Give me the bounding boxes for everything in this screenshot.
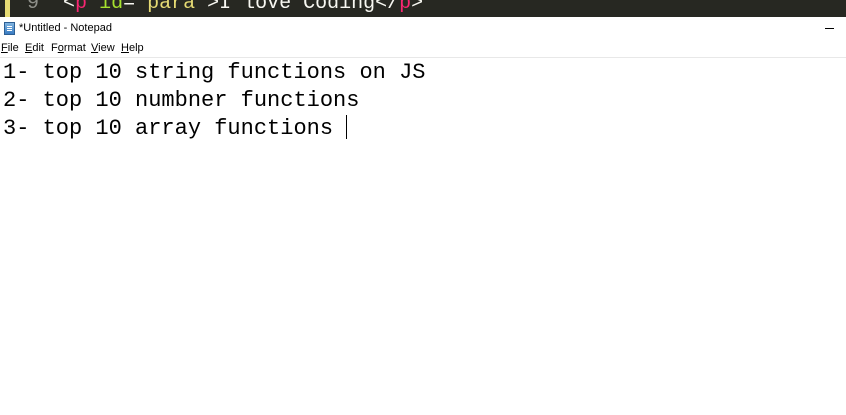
code-attr-value: "para" xyxy=(135,0,208,15)
code-attr-name: id xyxy=(87,0,124,15)
menu-help[interactable]: Help xyxy=(121,42,144,54)
document-line: 1- top 10 string functions on JS xyxy=(3,60,426,85)
menu-bar: File Edit Format View Help xyxy=(0,41,846,58)
menu-view[interactable]: View xyxy=(91,42,115,54)
code-text: >I love Coding</ xyxy=(207,0,400,15)
notepad-title-bar[interactable]: *Untitled - Notepad xyxy=(0,17,846,41)
line-number: 9 xyxy=(27,0,40,15)
document-line: 2- top 10 numbner functions xyxy=(3,88,360,113)
minimize-button[interactable] xyxy=(824,21,836,35)
notepad-icon[interactable] xyxy=(4,22,15,35)
current-line-marker xyxy=(5,0,10,17)
menu-file[interactable]: File xyxy=(1,42,19,54)
document-text-area[interactable]: 1- top 10 string functions on JS 2- top 1… xyxy=(0,58,846,415)
code-tag-name: p xyxy=(399,0,412,15)
code-line: 9 <p id="para">I love Coding</p> xyxy=(27,0,423,14)
code-token: < xyxy=(63,0,76,15)
menu-edit[interactable]: Edit xyxy=(25,42,44,54)
document-line: 3- top 10 array functions xyxy=(3,115,348,141)
code-token: > xyxy=(411,0,424,15)
text-caret xyxy=(346,115,348,139)
background-code-editor: 9 <p id="para">I love Coding</p> xyxy=(0,0,846,17)
window-title: *Untitled - Notepad xyxy=(19,22,112,34)
code-token: = xyxy=(123,0,136,15)
menu-format[interactable]: Format xyxy=(51,42,86,54)
code-tag-name: p xyxy=(75,0,88,15)
